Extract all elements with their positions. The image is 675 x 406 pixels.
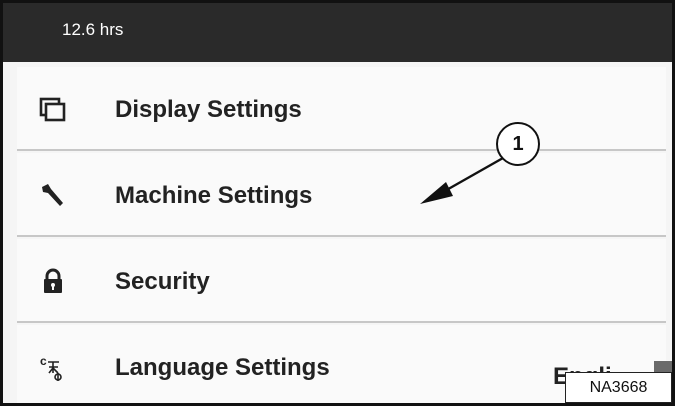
svg-text:c: c — [40, 354, 47, 368]
status-bar: 12.6 hrs — [3, 3, 672, 62]
menu-item-label: Machine Settings — [115, 182, 313, 209]
settings-menu: Display Settings Machine Settings Securi… — [17, 67, 666, 403]
figure-frame: 12.6 hrs Display Settings Machine Settin… — [0, 0, 675, 406]
language-icon: c — [39, 353, 67, 381]
display-icon — [39, 95, 67, 123]
menu-item-display-settings[interactable]: Display Settings — [17, 67, 666, 151]
menu-item-label: Display Settings — [115, 96, 302, 123]
wrench-icon — [39, 181, 67, 209]
device-screen: 12.6 hrs Display Settings Machine Settin… — [3, 3, 672, 403]
menu-item-label: Language Settings — [115, 354, 330, 381]
hours-readout: 12.6 hrs — [62, 20, 124, 39]
menu-item-label: Security — [115, 268, 210, 295]
callout-marker: 1 — [496, 122, 540, 166]
menu-item-security[interactable]: Security — [17, 239, 666, 323]
figure-code-tag: NA3668 — [565, 372, 672, 403]
menu-item-machine-settings[interactable]: Machine Settings — [17, 153, 666, 237]
lock-icon — [39, 267, 67, 295]
